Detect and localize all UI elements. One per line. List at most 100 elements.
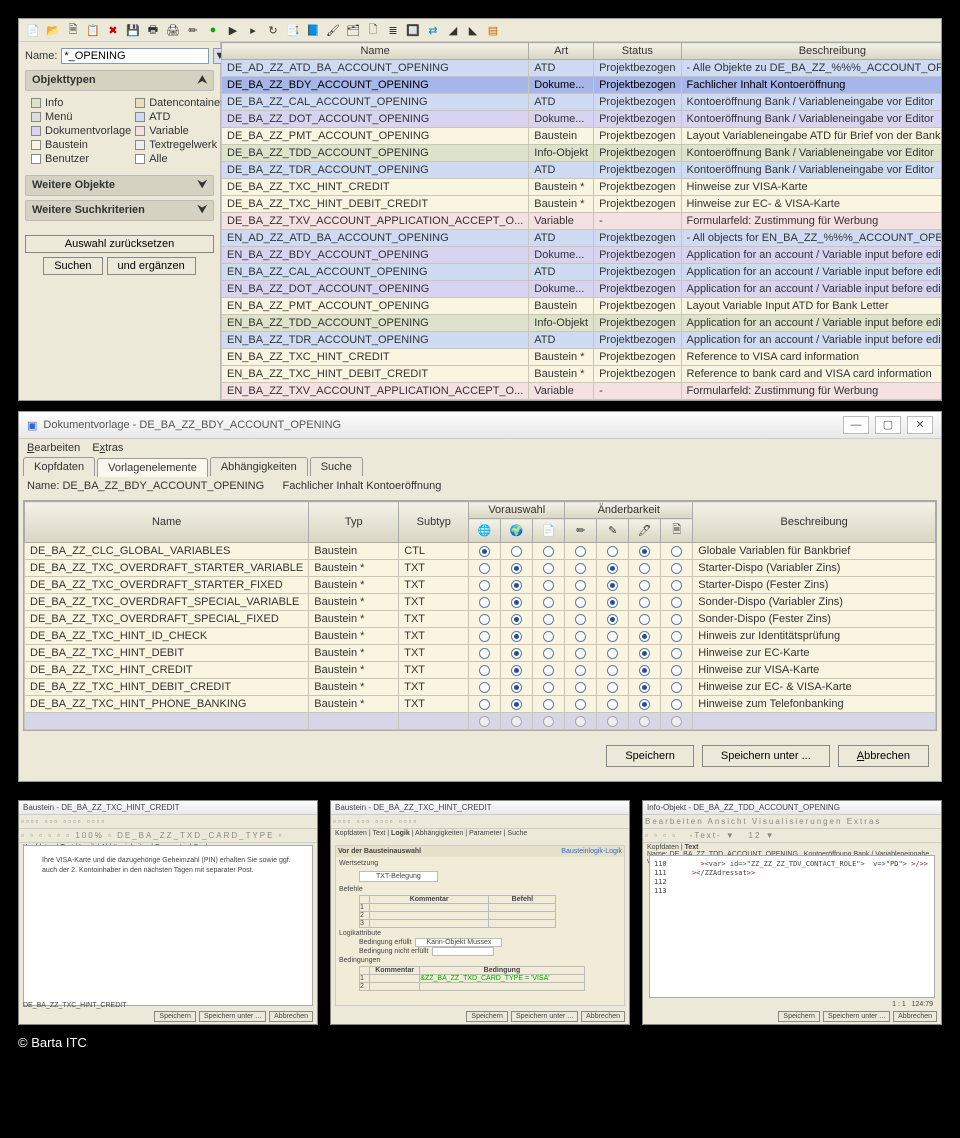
radio[interactable] bbox=[511, 648, 522, 659]
radio[interactable] bbox=[639, 631, 650, 642]
extend-button[interactable]: und ergänzen bbox=[107, 257, 196, 275]
radio[interactable] bbox=[671, 699, 682, 710]
tool-icon[interactable]: 🖶 bbox=[145, 22, 161, 38]
radio[interactable] bbox=[671, 563, 682, 574]
radio[interactable] bbox=[479, 699, 490, 710]
type-checkbox-textregelwerk[interactable]: Textregelwerk bbox=[135, 139, 224, 151]
table-row[interactable]: EN_BA_ZZ_TXC_HINT_CREDITBaustein *Projek… bbox=[222, 349, 942, 366]
section-more-objects[interactable]: Weitere Objekte ⮟ bbox=[25, 175, 214, 196]
save-as-button[interactable]: Speichern unter ... bbox=[702, 745, 830, 767]
cancel-button[interactable]: Abbrechen bbox=[581, 1011, 625, 1022]
minimize-button[interactable]: — bbox=[843, 416, 869, 434]
cancel-button[interactable]: Abbrechen bbox=[893, 1011, 937, 1022]
table-row[interactable]: DE_BA_ZZ_TXC_HINT_DEBIT_CREDITBaustein *… bbox=[222, 196, 942, 213]
save-button[interactable]: Speichern bbox=[466, 1011, 508, 1022]
tool-icon[interactable]: 📂 bbox=[45, 22, 61, 38]
radio[interactable] bbox=[607, 546, 618, 557]
radio[interactable] bbox=[607, 716, 618, 727]
table-row[interactable]: EN_BA_ZZ_CAL_ACCOUNT_OPENINGATDProjektbe… bbox=[222, 264, 942, 281]
table-row[interactable]: EN_BA_ZZ_TDD_ACCOUNT_OPENINGInfo-ObjektP… bbox=[222, 315, 942, 332]
save-button[interactable]: Speichern bbox=[606, 745, 694, 767]
template-row[interactable]: DE_BA_ZZ_TXC_HINT_DEBITBaustein *TXTHinw… bbox=[25, 645, 936, 662]
table-row[interactable]: DE_BA_ZZ_TXV_ACCOUNT_APPLICATION_ACCEPT_… bbox=[222, 213, 942, 230]
radio[interactable] bbox=[607, 682, 618, 693]
table-row[interactable]: EN_BA_ZZ_BDY_ACCOUNT_OPENINGDokume...Pro… bbox=[222, 247, 942, 264]
type-checkbox-menü[interactable]: Menü bbox=[31, 111, 131, 123]
radio[interactable] bbox=[671, 597, 682, 608]
tool-icon[interactable]: 🗎 bbox=[65, 22, 81, 38]
radio[interactable] bbox=[575, 597, 586, 608]
tool-icon[interactable]: ◣ bbox=[465, 22, 481, 38]
tool-icon[interactable]: 📑 bbox=[285, 22, 301, 38]
radio[interactable] bbox=[575, 546, 586, 557]
table-row[interactable]: EN_BA_ZZ_TXV_ACCOUNT_APPLICATION_ACCEPT_… bbox=[222, 383, 942, 400]
radio[interactable] bbox=[575, 648, 586, 659]
radio[interactable] bbox=[639, 716, 650, 727]
radio[interactable] bbox=[511, 546, 522, 557]
radio[interactable] bbox=[607, 631, 618, 642]
xml-editor[interactable]: 110 ><var> id=>"ZZ_ZZ_ZZ_TDV_CONTACT_ROL… bbox=[649, 855, 935, 998]
tool-icon[interactable]: 📘 bbox=[305, 22, 321, 38]
radio[interactable] bbox=[575, 665, 586, 676]
tool-icon[interactable]: 🗋 bbox=[365, 22, 381, 38]
tool-icon[interactable]: ▤ bbox=[485, 22, 501, 38]
table-row[interactable]: DE_BA_ZZ_CAL_ACCOUNT_OPENINGATDProjektbe… bbox=[222, 94, 942, 111]
tool-icon[interactable]: 🖌 bbox=[325, 22, 341, 38]
radio[interactable] bbox=[671, 580, 682, 591]
table-row[interactable]: EN_BA_ZZ_DOT_ACCOUNT_OPENINGDokume...Pro… bbox=[222, 281, 942, 298]
radio[interactable] bbox=[607, 563, 618, 574]
radio[interactable] bbox=[575, 631, 586, 642]
table-row[interactable]: EN_BA_ZZ_PMT_ACCOUNT_OPENINGBausteinProj… bbox=[222, 298, 942, 315]
radio[interactable] bbox=[639, 546, 650, 557]
radio[interactable] bbox=[671, 682, 682, 693]
col-name[interactable]: Name bbox=[25, 502, 309, 543]
save-button[interactable]: Speichern bbox=[778, 1011, 820, 1022]
radio[interactable] bbox=[575, 716, 586, 727]
template-row[interactable]: DE_BA_ZZ_TXC_OVERDRAFT_SPECIAL_FIXEDBaus… bbox=[25, 611, 936, 628]
save-as-button[interactable]: Speichern unter ... bbox=[199, 1011, 266, 1022]
radio[interactable] bbox=[607, 699, 618, 710]
radio[interactable] bbox=[479, 580, 490, 591]
radio[interactable] bbox=[543, 716, 554, 727]
radio[interactable] bbox=[543, 682, 554, 693]
type-checkbox-atd[interactable]: ATD bbox=[135, 111, 224, 123]
template-row[interactable]: DE_BA_ZZ_TXC_HINT_CREDITBaustein *TXTHin… bbox=[25, 662, 936, 679]
template-row[interactable]: DE_BA_ZZ_TXC_OVERDRAFT_STARTER_FIXEDBaus… bbox=[25, 577, 936, 594]
tool-icon[interactable]: ✖ bbox=[105, 22, 121, 38]
tool-icon[interactable]: ↻ bbox=[265, 22, 281, 38]
radio[interactable] bbox=[511, 682, 522, 693]
radio[interactable] bbox=[543, 665, 554, 676]
tool-icon[interactable]: 🗂 bbox=[345, 22, 361, 38]
radio[interactable] bbox=[479, 716, 490, 727]
radio[interactable] bbox=[479, 648, 490, 659]
tool-icon[interactable]: ≣ bbox=[385, 22, 401, 38]
grid-column[interactable]: Art bbox=[529, 43, 594, 60]
tool-icon[interactable]: 🔲 bbox=[405, 22, 421, 38]
template-row[interactable]: DE_BA_ZZ_TXC_OVERDRAFT_SPECIAL_VARIABLEB… bbox=[25, 594, 936, 611]
grid-column[interactable]: Status bbox=[594, 43, 681, 60]
radio[interactable] bbox=[511, 716, 522, 727]
tool-icon[interactable]: ✏ bbox=[185, 22, 201, 38]
radio[interactable] bbox=[639, 648, 650, 659]
condition-cell[interactable]: &ZZ_BA_ZZ_TXD_CARD_TYPE = 'VISA' bbox=[420, 975, 584, 983]
radio[interactable] bbox=[671, 665, 682, 676]
radio[interactable] bbox=[607, 665, 618, 676]
radio[interactable] bbox=[607, 614, 618, 625]
table-row[interactable]: DE_AD_ZZ_ATD_BA_ACCOUNT_OPENINGATDProjek… bbox=[222, 60, 942, 77]
radio[interactable] bbox=[511, 580, 522, 591]
radio[interactable] bbox=[607, 597, 618, 608]
tab-suche[interactable]: Suche bbox=[310, 457, 363, 476]
tool-icon[interactable]: ▸ bbox=[245, 22, 261, 38]
radio[interactable] bbox=[575, 699, 586, 710]
radio[interactable] bbox=[607, 648, 618, 659]
tool-icon[interactable]: ◢ bbox=[445, 22, 461, 38]
table-row[interactable]: EN_BA_ZZ_TDR_ACCOUNT_OPENINGATDProjektbe… bbox=[222, 332, 942, 349]
radio[interactable] bbox=[575, 614, 586, 625]
type-checkbox-variable[interactable]: Variable bbox=[135, 125, 224, 137]
col-subtyp[interactable]: Subtyp bbox=[399, 502, 469, 543]
search-name-input[interactable] bbox=[61, 48, 209, 64]
save-as-button[interactable]: Speichern unter ... bbox=[823, 1011, 890, 1022]
radio[interactable] bbox=[639, 597, 650, 608]
table-row[interactable]: DE_BA_ZZ_DOT_ACCOUNT_OPENINGDokume...Pro… bbox=[222, 111, 942, 128]
radio[interactable] bbox=[511, 597, 522, 608]
